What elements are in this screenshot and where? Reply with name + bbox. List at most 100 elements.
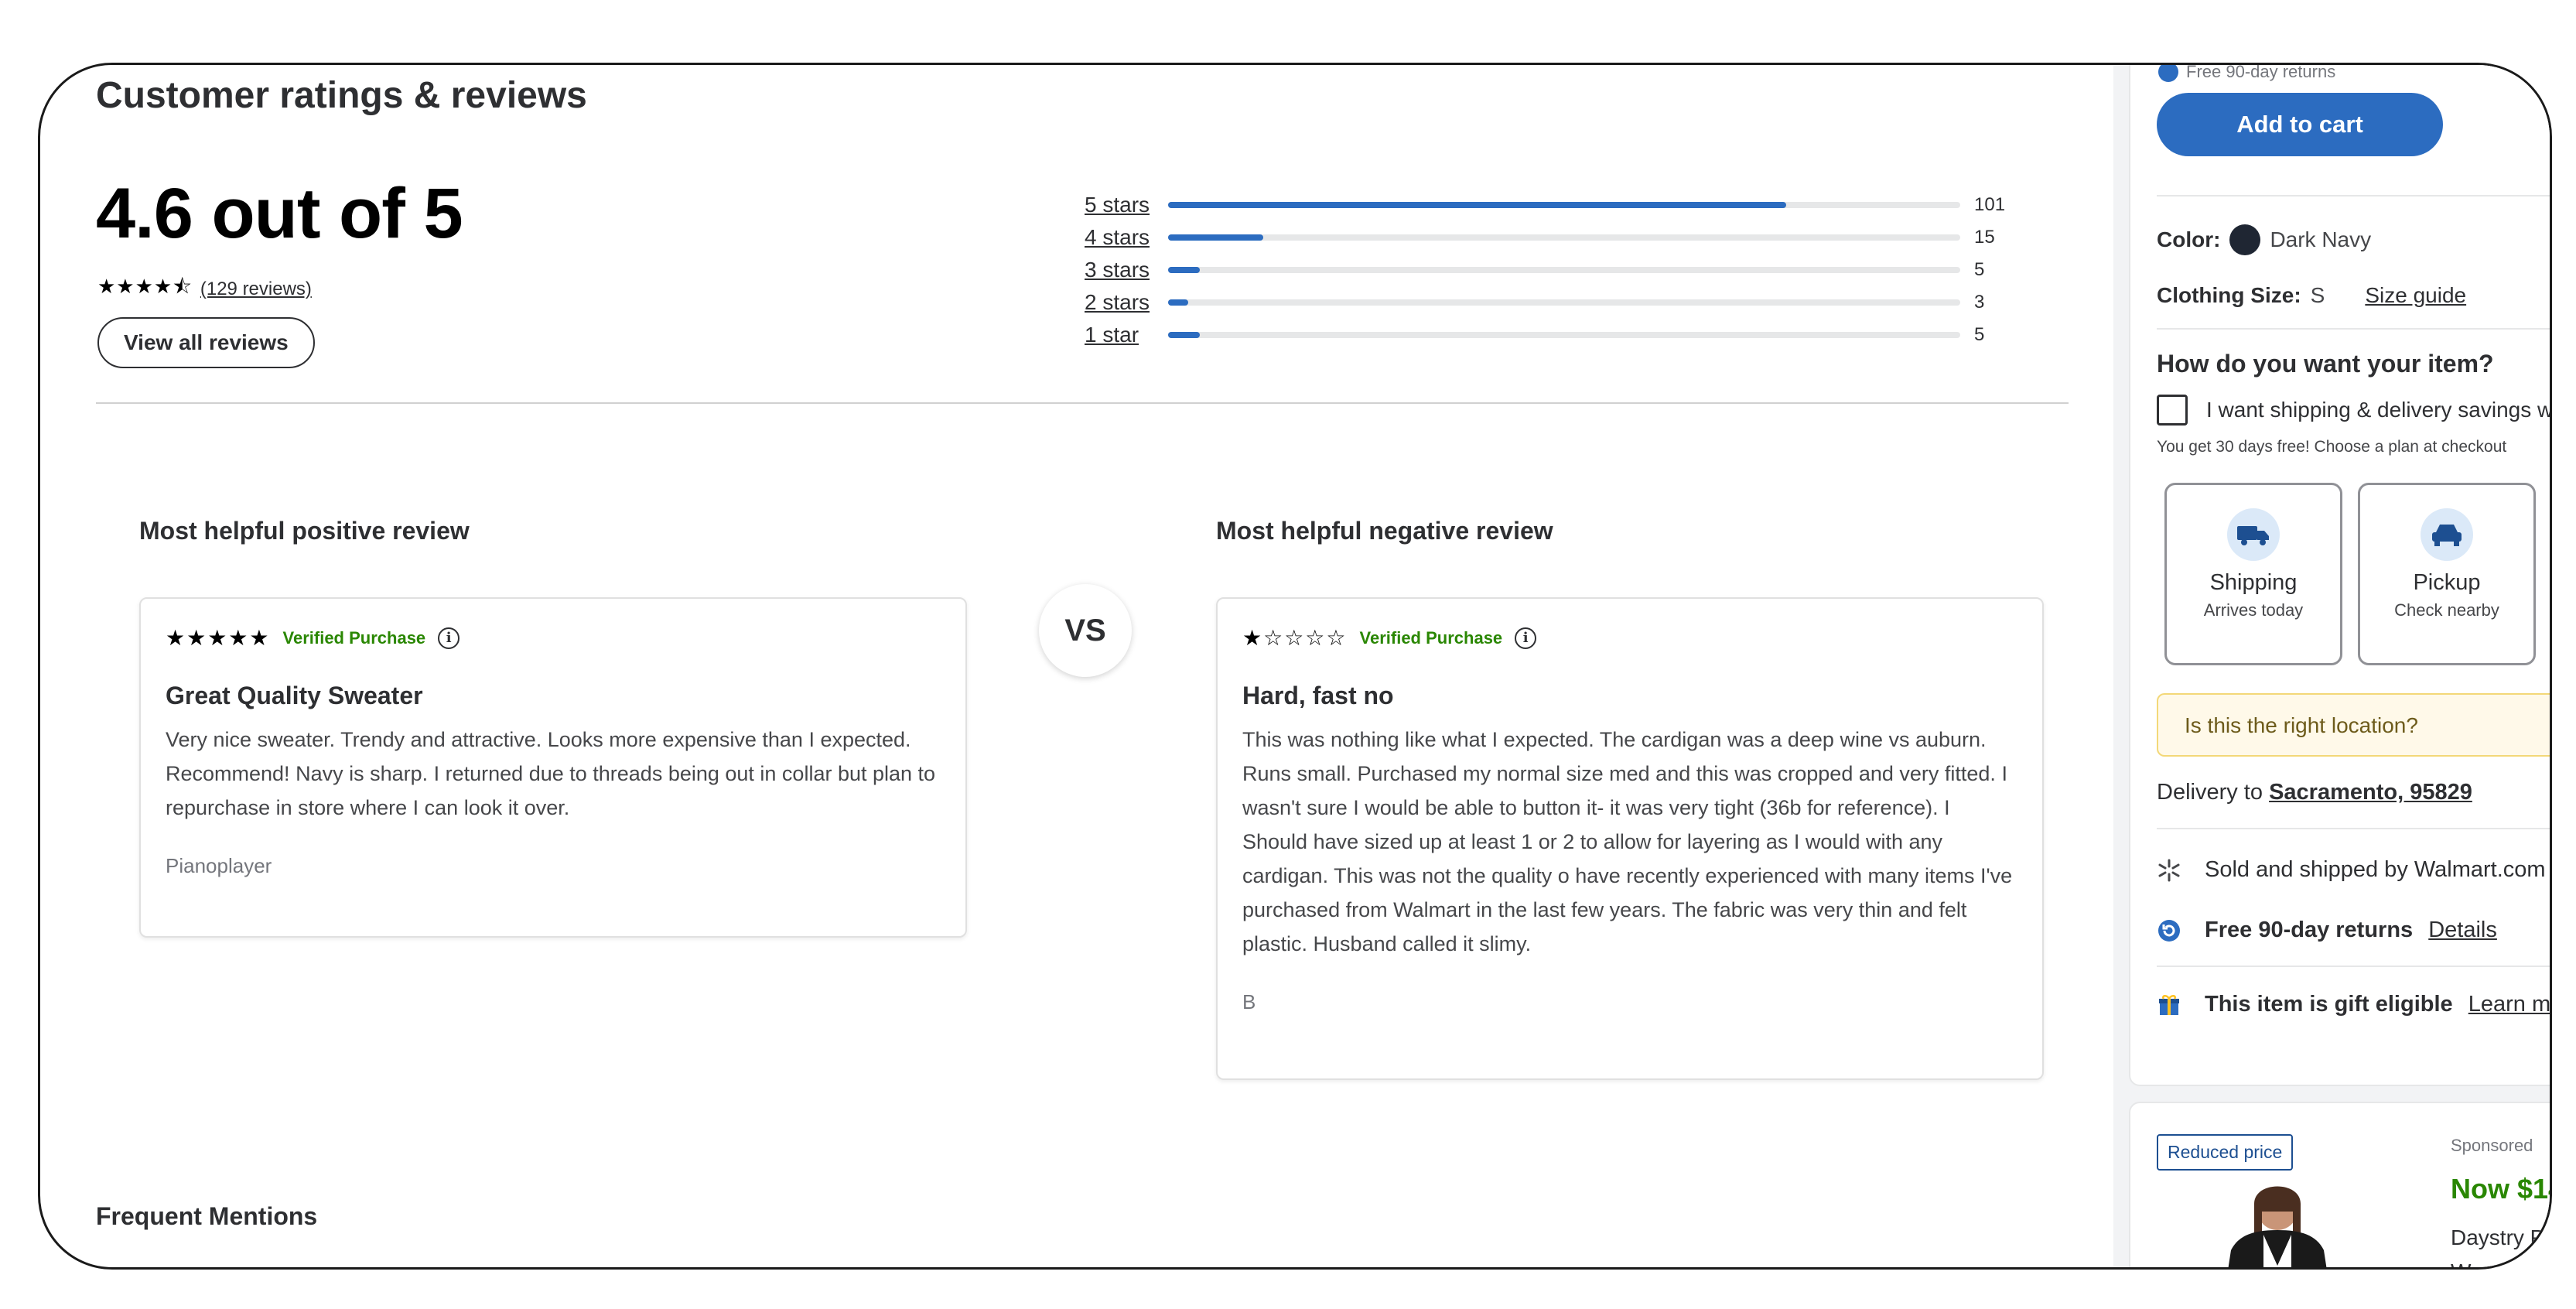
size-label: Clothing Size: — [2157, 283, 2301, 307]
histogram-track — [1168, 299, 1960, 306]
reviews-section: Customer ratings & reviews 4.6 out of 5 … — [40, 65, 2113, 1267]
returns-label: Free 90-day returns — [2205, 918, 2414, 942]
color-swatch[interactable] — [2229, 224, 2261, 255]
gift-row: This item is gift eligible Learn more — [2157, 992, 2550, 1017]
savings-label: I want shipping & delivery savings wi — [2206, 398, 2552, 422]
add-to-cart-button[interactable]: Add to cart — [2157, 93, 2443, 156]
section-divider — [96, 402, 2069, 404]
histogram-track — [1168, 332, 1960, 338]
product-image[interactable] — [2200, 1181, 2355, 1270]
negative-review-body: This was nothing like what I expected. T… — [1242, 728, 2013, 955]
histogram-track — [1168, 202, 1960, 208]
histogram-count: 101 — [1974, 194, 2006, 215]
delivery-prefix: Delivery to — [2157, 780, 2263, 805]
sold-by-label: Sold and shipped by Walmart.com — [2205, 857, 2546, 882]
average-rating: 4.6 out of 5 — [96, 174, 463, 253]
color-value: Dark Navy — [2270, 227, 2372, 251]
size-row: Clothing Size: S Size guide — [2157, 283, 2466, 308]
color-label: Color: — [2157, 227, 2221, 251]
color-row: Color: Dark Navy — [2157, 224, 2371, 255]
positive-review-heading: Most helpful positive review — [139, 517, 470, 545]
size-value: S — [2310, 283, 2325, 307]
histogram-count: 5 — [1974, 259, 1985, 280]
sold-by-row: Sold and shipped by Walmart.com — [2157, 857, 2546, 883]
review-count-link[interactable]: (129 reviews) — [200, 279, 312, 300]
delivery-location-link[interactable]: Sacramento, 95829 — [2269, 780, 2472, 805]
histogram-label[interactable]: 1 star — [1085, 323, 1168, 347]
histogram-label[interactable]: 4 stars — [1085, 225, 1168, 250]
returns-row: Free 90-day returns Details — [2157, 918, 2497, 943]
histogram-count: 5 — [1974, 324, 1985, 345]
view-all-reviews-button[interactable]: View all reviews — [97, 317, 315, 368]
savings-checkbox[interactable] — [2157, 395, 2188, 426]
spark-icon — [2157, 858, 2181, 883]
pickup-option-name: Pickup — [2413, 570, 2481, 595]
positive-review-card: ★★★★★ Verified Purchase i Great Quality … — [139, 597, 967, 938]
truck-icon — [2227, 508, 2280, 561]
verified-purchase-label: Verified Purchase — [1359, 627, 1503, 648]
divider — [2157, 328, 2550, 330]
histogram-row[interactable]: 4 stars 15 — [1085, 221, 2052, 254]
info-icon[interactable]: i — [438, 627, 460, 649]
pickup-option[interactable]: Pickup Check nearby — [2358, 483, 2536, 665]
returns-icon — [2157, 918, 2181, 943]
side-panel: Free 90-day returns Add to cart Color: D… — [2113, 63, 2552, 1270]
histogram-fill — [1168, 267, 1200, 273]
histogram-count: 3 — [1974, 292, 1985, 313]
buy-box: Free 90-day returns Add to cart Color: D… — [2129, 63, 2552, 1086]
delivery-row: Delivery to Sacramento, 95829 — [2157, 780, 2472, 805]
shipping-option-sub: Arrives today — [2203, 600, 2304, 620]
histogram-label[interactable]: 3 stars — [1085, 258, 1168, 282]
negative-review-title: Hard, fast no — [1242, 682, 1394, 709]
fulfillment-heading: How do you want your item? — [2157, 350, 2494, 378]
location-prompt[interactable]: Is this the right location? — [2157, 693, 2550, 757]
top-returns-text: Free 90-day returns — [2158, 63, 2336, 82]
histogram-row[interactable]: 3 stars 5 — [1085, 254, 2052, 286]
section-title: Customer ratings & reviews — [96, 75, 587, 116]
gift-icon — [2157, 993, 2181, 1017]
gift-learn-more-link[interactable]: Learn more — [2468, 992, 2550, 1017]
histogram-row[interactable]: 2 stars 3 — [1085, 286, 2052, 319]
gift-label: This item is gift eligible — [2205, 992, 2453, 1017]
returns-details-link[interactable]: Details — [2428, 918, 2497, 942]
shipping-option-name: Shipping — [2209, 570, 2298, 595]
histogram-fill — [1168, 332, 1200, 338]
vs-badge: VS — [1039, 584, 1132, 677]
histogram-label[interactable]: 5 stars — [1085, 193, 1168, 217]
negative-review-author: B — [1242, 990, 1256, 1013]
histogram-track — [1168, 267, 1960, 273]
divider — [2157, 195, 2550, 197]
positive-review-stars-icon: ★★★★★ — [166, 626, 271, 650]
histogram-row[interactable]: 1 star 5 — [1085, 319, 2052, 351]
histogram-fill — [1168, 234, 1263, 241]
returns-icon — [2158, 65, 2178, 82]
histogram-track — [1168, 234, 1960, 241]
savings-row: I want shipping & delivery savings wi — [2157, 395, 2552, 426]
ad-product-name[interactable]: Daystry Plus for Women — [2451, 1221, 2550, 1267]
positive-review-author: Pianoplayer — [166, 854, 272, 877]
divider — [2157, 828, 2550, 829]
top-returns-label: Free 90-day returns — [2186, 63, 2336, 81]
rating-stars-icon: ★★★★⯪ — [97, 275, 193, 298]
verified-purchase-label: Verified Purchase — [282, 627, 426, 648]
info-icon[interactable]: i — [1515, 627, 1537, 649]
reduced-price-badge: Reduced price — [2157, 1134, 2294, 1171]
ad-price: Now $14. — [2451, 1173, 2550, 1205]
positive-review-title: Great Quality Sweater — [166, 682, 423, 709]
frequent-mentions-heading: Frequent Mentions — [96, 1202, 318, 1230]
histogram-fill — [1168, 299, 1188, 306]
rating-histogram: 5 stars 101 4 stars 15 3 stars 5 2 stars 3 1 sta… — [1085, 189, 2052, 351]
rating-summary: ★★★★⯪ (129 reviews) — [97, 272, 312, 306]
pickup-option-sub: Check nearby — [2394, 600, 2499, 620]
sponsored-label: Sponsored — [2451, 1136, 2533, 1155]
savings-note: You get 30 days free! Choose a plan at c… — [2157, 438, 2507, 456]
histogram-label[interactable]: 2 stars — [1085, 290, 1168, 315]
histogram-fill — [1168, 202, 1786, 208]
browser-frame: Customer ratings & reviews 4.6 out of 5 … — [38, 63, 2552, 1270]
size-guide-link[interactable]: Size guide — [2365, 283, 2466, 308]
histogram-row[interactable]: 5 stars 101 — [1085, 189, 2052, 221]
positive-review-body: Very nice sweater. Trendy and attractive… — [166, 728, 936, 819]
histogram-count: 15 — [1974, 227, 1995, 248]
shipping-option[interactable]: Shipping Arrives today — [2164, 483, 2342, 665]
sponsored-product-card[interactable]: Reduced price Sponsored Now $14. Daystry… — [2129, 1102, 2550, 1270]
